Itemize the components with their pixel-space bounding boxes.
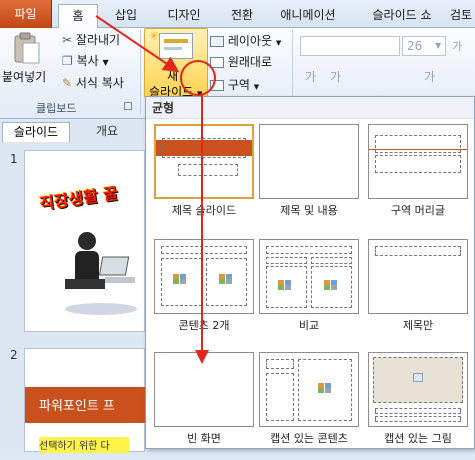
copy-icon: ❐ [62,54,73,68]
layout-label: 제목만 [402,319,434,332]
sparkle-icon: ✳ [149,29,160,43]
layout-button[interactable]: 레이아웃 ▼ [210,32,281,50]
slide-subtitle: 선택하기 위한 다 [39,437,129,453]
layout-thumbnail [259,124,359,199]
layout-two-content[interactable]: 콘텐츠 2개 [154,237,254,347]
content-placeholder-icon [278,280,292,290]
layout-thumbnail [154,239,254,314]
layout-comparison[interactable]: 비교 [259,237,359,347]
brush-icon: ✎ [62,76,73,90]
layout-thumbnail [368,239,468,314]
clipboard-group-label: 클립보드 [36,102,77,115]
content-placeholder-icon [324,280,338,290]
layout-label: 구역 머리글 [390,204,446,217]
tab-home[interactable]: 홈 [58,4,98,29]
tab-outline[interactable]: 개요 [72,122,142,142]
chevron-down-icon: ▼ [435,41,442,50]
new-slide-label-top: 새 [167,69,179,83]
reset-button[interactable]: 원래대로 [210,53,272,71]
reset-icon [210,57,224,68]
layout-thumbnail [154,352,254,427]
font-size-value: 26 [407,39,423,53]
scissors-icon: ✂ [62,33,73,47]
layout-label: 비교 [298,319,320,332]
layout-label: 캡션 있는 콘텐츠 [270,432,348,445]
slide-thumbnail-2[interactable]: 파워포인트 프 선택하기 위한 다 [24,348,146,453]
section-icon [210,80,224,91]
dialog-launcher-icon[interactable] [124,102,132,110]
paste-button[interactable]: 붙여넣기 [2,68,46,85]
cut-button[interactable]: ✂ 잘라내기 [62,31,120,49]
content-placeholder-icon [219,274,233,284]
group-separator [140,30,141,114]
content-placeholder-icon [318,383,332,393]
layout-thumbnail [368,124,468,199]
layout-picture-caption[interactable]: 캡션 있는 그림 [368,350,468,460]
layout-gallery: 균형 제목 슬라이드 제목 및 내용 구역 머리글 콘텐츠 2개 비교 제목만 … [145,96,475,449]
tab-review[interactable]: 검토 [450,4,475,28]
chevron-down-icon: ▼ [275,39,282,47]
picture-placeholder-icon [413,373,423,382]
layout-section-header[interactable]: 구역 머리글 [368,122,468,232]
layout-thumbnail [154,124,254,199]
gallery-header: 균형 [146,97,474,119]
tab-slides[interactable]: 슬라이드 [2,122,70,142]
layout-content-caption[interactable]: 캡션 있는 콘텐츠 [259,350,359,460]
tab-insert[interactable]: 삽입 [104,4,148,28]
layout-title-only[interactable]: 제목만 [368,237,468,347]
tab-design[interactable]: 디자인 [154,4,214,28]
layout-label: 제목 및 내용 [280,204,338,217]
layout-thumbnail [259,239,359,314]
shrink-font-button[interactable]: 가 [305,68,316,85]
format-painter-button[interactable]: ✎ 서식 복사 [62,74,124,92]
layout-icon [210,36,224,47]
tab-file[interactable]: 파일 [0,0,52,28]
layout-label: 콘텐츠 2개 [178,319,230,332]
clear-format-button[interactable]: 가 [330,68,341,85]
tab-transitions[interactable]: 전환 [222,4,262,28]
section-button[interactable]: 구역 ▼ [210,76,259,94]
layout-label: 캡션 있는 그림 [384,432,452,445]
tab-slideshow[interactable]: 슬라이드 쇼 [360,4,444,28]
ribbon-tab-strip: 파일 홈 삽입 디자인 전환 애니메이션 슬라이드 쇼 검토 [0,0,475,29]
content-placeholder-icon [173,274,187,284]
layout-thumbnail [259,352,359,427]
slide-thumbnail-1[interactable]: 직장생활 꿀 [24,150,145,332]
layout-title-slide[interactable]: 제목 슬라이드 [154,122,254,232]
slide-icon [159,33,193,59]
layout-label: 제목 슬라이드 [171,204,237,217]
layout-thumbnail [368,352,468,427]
layout-blank[interactable]: 빈 화면 [154,350,254,460]
font-name-combo[interactable] [300,36,400,56]
paste-icon [12,32,42,66]
change-case-button[interactable]: 가 [424,68,435,85]
slide-title: 직장생활 꿀 [38,183,120,214]
layout-title-content[interactable]: 제목 및 내용 [259,122,359,232]
slide-number: 1 [10,152,18,166]
slide-title: 파워포인트 프 [39,399,115,414]
layout-label: 빈 화면 [187,432,221,445]
chevron-down-icon: ▼ [102,58,109,67]
slides-panel: 슬라이드 개요 1 직장생활 꿀 2 파워포인트 프 선택하기 위한 다 [0,120,146,453]
new-slide-button[interactable]: ✳ 새 슬라이드 ▼ [144,28,208,99]
tab-animations[interactable]: 애니메이션 [268,4,348,28]
slide-number: 2 [10,348,18,362]
copy-button[interactable]: ❐ 복사 ▼ [62,52,109,70]
businessman-image [57,221,143,321]
grow-font-button[interactable]: 가 [452,38,462,54]
font-size-combo[interactable]: 26 ▼ [402,36,446,56]
chevron-down-icon: ▼ [253,83,260,91]
